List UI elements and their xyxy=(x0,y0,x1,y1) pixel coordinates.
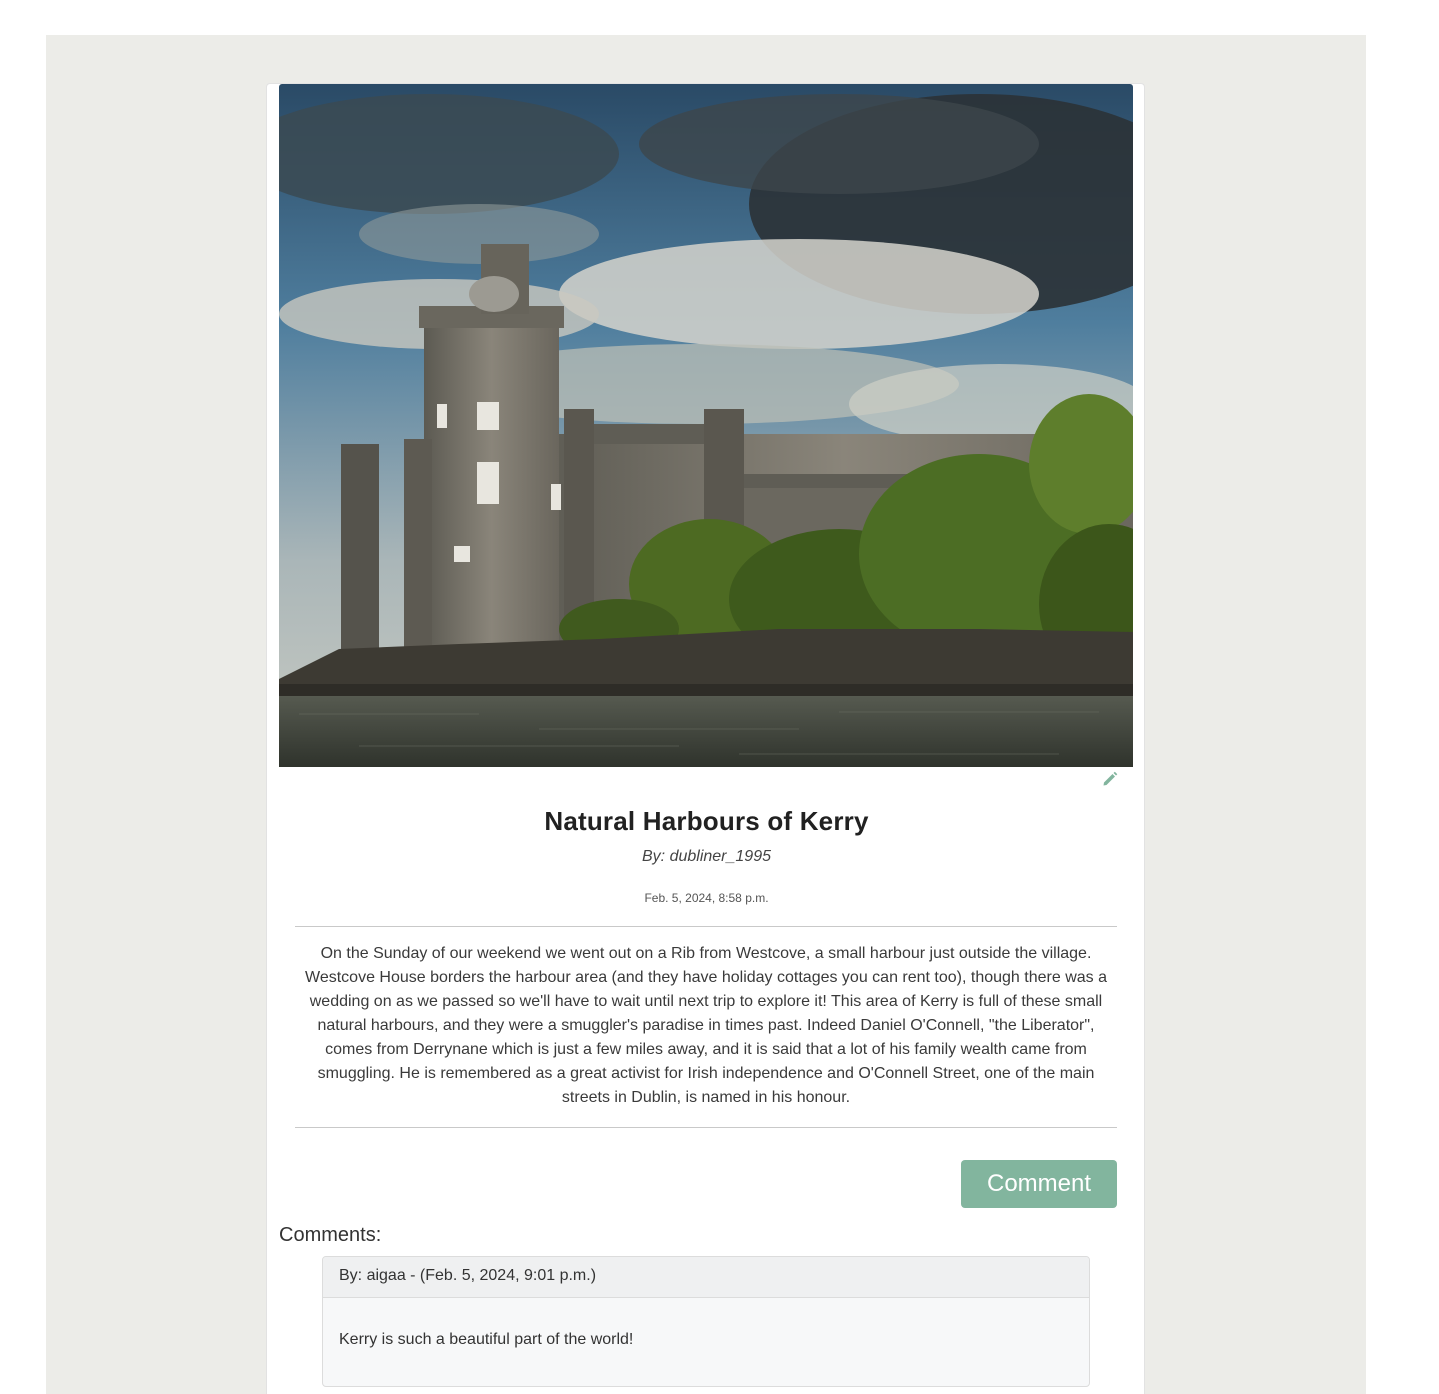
pencil-icon xyxy=(1103,771,1118,786)
comment-button[interactable]: Comment xyxy=(961,1160,1117,1208)
divider xyxy=(295,926,1117,927)
post-author: By: dubliner_1995 xyxy=(642,848,771,865)
post-card: Natural Harbours of Kerry By: dubliner_1… xyxy=(266,83,1145,1394)
edit-post-link[interactable] xyxy=(1099,768,1121,790)
post-image xyxy=(279,84,1133,767)
comments-heading: Comments: xyxy=(279,1224,382,1246)
post-body: On the Sunday of our weekend we went out… xyxy=(305,945,1107,1106)
divider xyxy=(295,1127,1117,1128)
post-date: Feb. 5, 2024, 8:58 p.m. xyxy=(644,891,769,905)
comment-header: By: aigaa - (Feb. 5, 2024, 9:01 p.m.) xyxy=(323,1257,1089,1298)
post-title: Natural Harbours of Kerry xyxy=(544,806,869,836)
comment-item: By: aigaa - (Feb. 5, 2024, 9:01 p.m.) Ke… xyxy=(322,1256,1090,1387)
comment-text: Kerry is such a beautiful part of the wo… xyxy=(339,1331,634,1348)
